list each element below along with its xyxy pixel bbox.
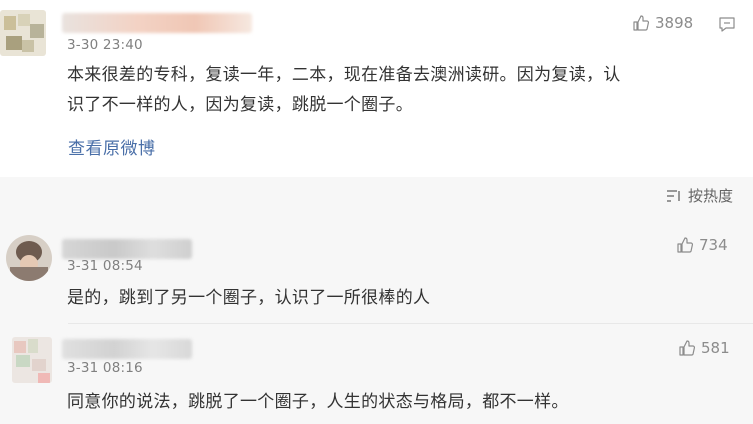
username-blurred[interactable] xyxy=(62,13,252,33)
comment-text: 同意你的说法，跳脱了一个圈子，人生的状态与格局，都不一样。 xyxy=(67,392,569,412)
sort-by-hot-button[interactable]: 按热度 xyxy=(666,185,733,206)
sort-bar: 按热度 xyxy=(0,177,753,213)
avatar[interactable] xyxy=(0,10,46,56)
thumbs-up-icon xyxy=(679,340,696,356)
comment-text-line: 识了不一样的人，因为复读，跳脱一个圈子。 xyxy=(67,95,413,115)
sort-icon xyxy=(666,189,680,202)
comment-timestamp: 3-31 08:54 xyxy=(67,258,143,274)
comment-timestamp: 3-31 08:16 xyxy=(67,360,143,376)
username-blurred[interactable] xyxy=(62,239,192,259)
like-count: 581 xyxy=(701,339,730,357)
divider xyxy=(68,323,753,324)
view-original-weibo-link[interactable]: 查看原微博 xyxy=(68,134,156,159)
username-blurred[interactable] xyxy=(62,339,192,359)
comment-text: 本来很差的专科，复读一年，二本，现在准备去澳洲读研。因为复读，认 识了不一样的人… xyxy=(67,60,621,120)
comment-list: 3-31 08:54 734 是的，跳到了另一个圈子，认识了一所很棒的人 3-3… xyxy=(0,213,753,424)
comment-text: 是的，跳到了另一个圈子，认识了一所很棒的人 xyxy=(67,288,431,308)
like-button[interactable]: 734 xyxy=(676,236,728,254)
comment-timestamp: 3-30 23:40 xyxy=(67,37,143,53)
like-count: 3898 xyxy=(655,14,694,32)
avatar[interactable] xyxy=(6,235,52,281)
thumbs-up-icon xyxy=(677,237,694,253)
comment-text-line: 本来很差的专科，复读一年，二本，现在准备去澳洲读研。因为复读，认 xyxy=(67,65,621,85)
top-comment: 3-30 23:40 3898 本来很差的专科，复读一年，二本，现在准备去澳洲读… xyxy=(0,0,753,177)
thumbs-up-icon xyxy=(633,15,650,31)
avatar[interactable] xyxy=(12,337,52,383)
like-button[interactable]: 581 xyxy=(678,339,730,357)
sort-label: 按热度 xyxy=(687,187,733,205)
comment-reply-icon[interactable] xyxy=(718,15,736,33)
like-button[interactable]: 3898 xyxy=(632,14,693,32)
like-count: 734 xyxy=(699,236,728,254)
